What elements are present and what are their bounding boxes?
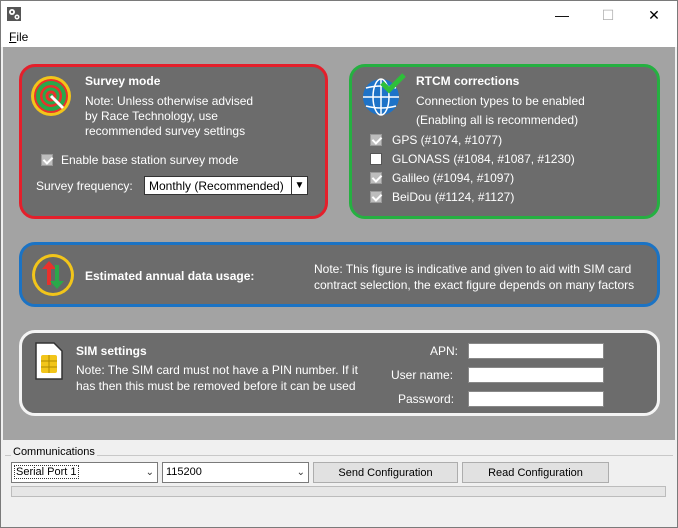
data-usage-title: Estimated annual data usage: <box>85 269 255 283</box>
survey-note-1: Note: Unless otherwise advised <box>85 94 254 108</box>
data-usage-note-1: Note: This figure is indicative and give… <box>314 262 632 276</box>
maximize-icon: ☐ <box>601 6 615 23</box>
chevron-down-icon: ⌄ <box>296 467 305 478</box>
password-input[interactable] <box>468 391 604 407</box>
rtcm-title: RTCM corrections <box>416 74 520 88</box>
send-configuration-button[interactable]: Send Configuration <box>313 462 458 483</box>
sim-note-2: has then this must be removed before it … <box>76 379 356 393</box>
baud-rate-value: 115200 <box>166 466 202 478</box>
survey-frequency-label: Survey frequency: <box>36 179 133 193</box>
close-icon: ✕ <box>648 6 660 23</box>
read-configuration-button[interactable]: Read Configuration <box>462 462 609 483</box>
gps-checkbox[interactable] <box>370 134 382 146</box>
survey-target-icon <box>31 76 71 116</box>
survey-mode-panel: Survey mode Note: Unless otherwise advis… <box>19 64 328 219</box>
survey-title: Survey mode <box>85 74 161 88</box>
sim-settings-panel: SIM settings Note: The SIM card must not… <box>19 330 660 416</box>
title-bar: — ☐ ✕ <box>1 1 677 29</box>
survey-frequency-select[interactable]: Monthly (Recommended) ▼ <box>144 176 308 195</box>
user-name-label: User name: <box>391 368 454 382</box>
glonass-label: GLONASS (#1084, #1087, #1230) <box>392 152 575 166</box>
chevron-down-icon: ⌄ <box>145 467 154 478</box>
close-button[interactable]: ✕ <box>631 1 677 29</box>
sim-title: SIM settings <box>76 344 147 358</box>
app-window: — ☐ ✕ File Survey mode Note: Unless othe… <box>0 0 678 528</box>
minimize-icon: — <box>555 7 569 23</box>
globe-check-icon <box>363 73 406 116</box>
main-panel: Survey mode Note: Unless otherwise advis… <box>3 47 675 440</box>
enable-survey-label: Enable base station survey mode <box>61 153 239 167</box>
serial-port-value: Serial Port 1 <box>14 465 79 479</box>
chevron-down-icon: ▼ <box>291 177 307 194</box>
progress-bar <box>11 486 666 497</box>
gps-label: GPS (#1074, #1077) <box>392 133 503 147</box>
data-usage-panel: Estimated annual data usage: Note: This … <box>19 242 660 307</box>
data-usage-note-2: contract selection, the exact figure dep… <box>314 278 635 292</box>
enable-survey-checkbox[interactable] <box>41 154 53 166</box>
up-down-arrows-icon <box>32 254 74 296</box>
password-label: Password: <box>398 392 455 406</box>
serial-port-select[interactable]: Serial Port 1 ⌄ <box>11 462 158 483</box>
sim-note-1: Note: The SIM card must not have a PIN n… <box>76 363 358 377</box>
minimize-button[interactable]: — <box>539 1 585 29</box>
survey-note-3: recommended survey settings <box>85 124 246 138</box>
survey-frequency-value: Monthly (Recommended) <box>149 179 284 193</box>
sim-card-icon <box>35 342 63 380</box>
survey-note-2: by Race Technology, use <box>85 109 218 123</box>
rtcm-note-1: Connection types to be enabled <box>416 94 585 108</box>
menu-bar: File <box>1 29 677 47</box>
menu-file[interactable]: File <box>9 29 28 45</box>
user-name-input[interactable] <box>468 367 604 383</box>
apn-input[interactable] <box>468 343 604 359</box>
app-gears-icon[interactable] <box>7 7 21 21</box>
beidou-checkbox[interactable] <box>370 191 382 203</box>
maximize-button[interactable]: ☐ <box>585 1 631 29</box>
beidou-label: BeiDou (#1124, #1127) <box>392 190 515 204</box>
rtcm-panel: RTCM corrections Connection types to be … <box>349 64 660 219</box>
communications-label: Communications <box>11 446 97 458</box>
glonass-checkbox[interactable] <box>370 153 382 165</box>
rtcm-note-2: (Enabling all is recommended) <box>416 113 579 127</box>
apn-label: APN: <box>430 344 459 358</box>
menu-file-label: ile <box>16 30 29 44</box>
baud-rate-select[interactable]: 115200 ⌄ <box>162 462 309 483</box>
galileo-label: Galileo (#1094, #1097) <box>392 171 515 185</box>
galileo-checkbox[interactable] <box>370 172 382 184</box>
